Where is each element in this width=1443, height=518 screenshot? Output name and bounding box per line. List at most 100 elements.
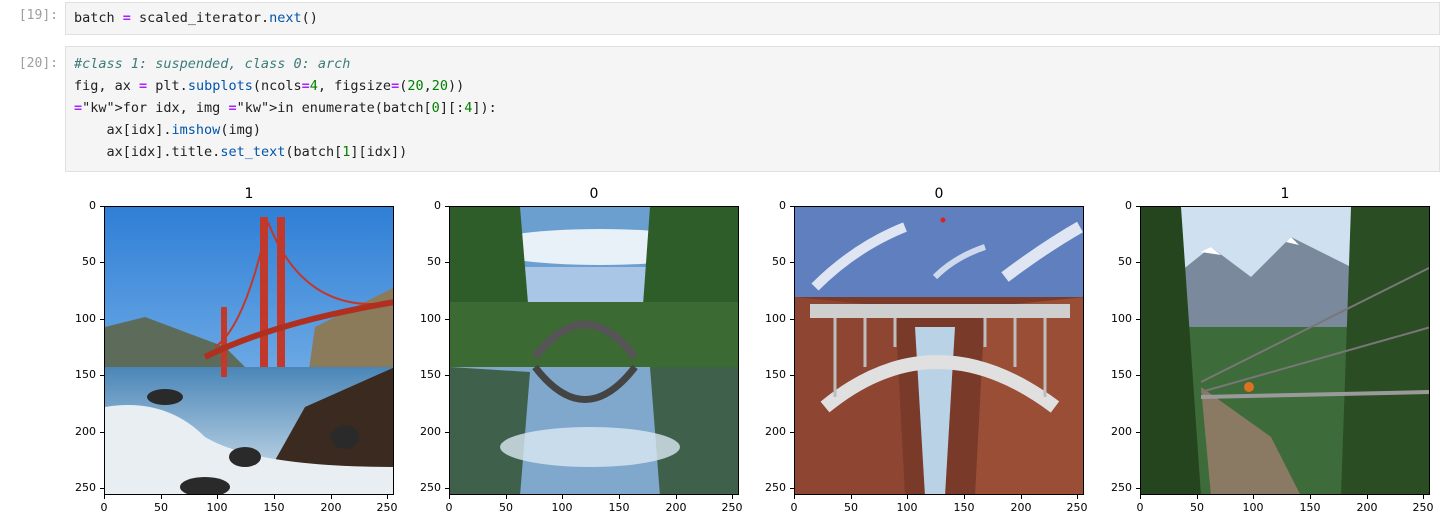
y-tick-label: 150	[765, 368, 786, 381]
code-line: ax[idx].imshow(img)	[74, 122, 261, 138]
x-tick-label: 200	[320, 501, 342, 514]
subplot-title: 1	[1280, 186, 1290, 202]
cell-prompt-20: [20]:	[18, 56, 58, 71]
y-tick	[1136, 432, 1140, 433]
x-tick	[1367, 495, 1368, 499]
x-tick-label: 50	[1190, 501, 1204, 514]
x-tick-label: 250	[721, 501, 743, 514]
y-tick-label: 250	[1111, 481, 1132, 494]
y-tick-label: 0	[779, 199, 786, 212]
y-tick-label: 50	[772, 255, 786, 268]
code-cell-19[interactable]: batch = scaled_iterator.next()	[65, 2, 1440, 35]
x-tick-label: 100	[896, 501, 918, 514]
code-line: batch = scaled_iterator.next()	[74, 10, 318, 26]
subplot-title: 1	[244, 186, 254, 202]
x-tick	[1197, 495, 1198, 499]
x-tick	[387, 495, 388, 499]
code-cell-20[interactable]: #class 1: suspended, class 0: arch fig, …	[65, 46, 1440, 172]
y-tick	[100, 262, 104, 263]
subplot-image-3	[794, 206, 1084, 495]
x-tick	[217, 495, 218, 499]
subplot-image-4	[1140, 206, 1430, 495]
x-tick	[851, 495, 852, 499]
x-tick	[161, 495, 162, 499]
x-tick	[619, 495, 620, 499]
x-tick-label: 200	[1010, 501, 1032, 514]
x-tick	[331, 495, 332, 499]
x-tick-label: 0	[1136, 501, 1144, 514]
y-tick-label: 50	[427, 255, 441, 268]
x-tick-label: 50	[154, 501, 168, 514]
y-tick-label: 50	[82, 255, 96, 268]
y-tick	[100, 488, 104, 489]
cell-prompt-19: [19]:	[18, 8, 58, 23]
arch-lake-image	[450, 207, 738, 494]
suspension-footbridge-image	[1141, 207, 1429, 494]
x-tick	[1423, 495, 1424, 499]
y-tick	[790, 432, 794, 433]
y-tick	[445, 375, 449, 376]
y-tick	[790, 262, 794, 263]
x-tick	[1140, 495, 1141, 499]
y-tick-label: 200	[420, 425, 441, 438]
y-tick-label: 100	[1111, 312, 1132, 325]
y-tick-label: 150	[420, 368, 441, 381]
x-tick	[1077, 495, 1078, 499]
y-tick	[100, 375, 104, 376]
y-tick-label: 0	[89, 199, 96, 212]
y-tick	[445, 262, 449, 263]
x-tick-label: 200	[1356, 501, 1378, 514]
y-tick	[1136, 488, 1140, 489]
subplot-image-2	[449, 206, 739, 495]
x-tick-label: 0	[100, 501, 108, 514]
output-figure: 1 0 0 1 0 0 50 50 100 100 150 150 200 20…	[0, 177, 1443, 518]
y-tick	[790, 375, 794, 376]
x-tick-label: 150	[953, 501, 975, 514]
x-tick-label: 150	[263, 501, 285, 514]
y-tick	[790, 488, 794, 489]
x-tick-label: 150	[608, 501, 630, 514]
x-tick	[732, 495, 733, 499]
y-tick-label: 250	[420, 481, 441, 494]
x-tick-label: 200	[665, 501, 687, 514]
subplot-image-1	[104, 206, 394, 495]
y-tick-label: 250	[765, 481, 786, 494]
x-tick-label: 0	[445, 501, 453, 514]
y-tick-label: 0	[1125, 199, 1132, 212]
y-tick-label: 200	[75, 425, 96, 438]
code-line: ax[idx].title.set_text(batch[1][idx])	[74, 144, 408, 160]
x-tick	[907, 495, 908, 499]
y-tick	[445, 432, 449, 433]
y-tick-label: 100	[765, 312, 786, 325]
x-tick	[274, 495, 275, 499]
y-tick-label: 200	[765, 425, 786, 438]
x-tick-label: 100	[206, 501, 228, 514]
x-tick	[1310, 495, 1311, 499]
y-tick	[100, 319, 104, 320]
y-tick-label: 50	[1118, 255, 1132, 268]
subplot-title: 0	[589, 186, 599, 202]
x-tick-label: 250	[1412, 501, 1434, 514]
y-tick-label: 100	[75, 312, 96, 325]
y-tick-label: 250	[75, 481, 96, 494]
subplot-title: 0	[934, 186, 944, 202]
y-tick-label: 200	[1111, 425, 1132, 438]
canyon-bridge-image	[795, 207, 1083, 494]
x-tick	[449, 495, 450, 499]
x-tick	[964, 495, 965, 499]
x-tick	[1253, 495, 1254, 499]
y-tick	[1136, 206, 1140, 207]
x-tick	[794, 495, 795, 499]
x-tick-label: 100	[551, 501, 573, 514]
y-tick	[1136, 375, 1140, 376]
x-tick-label: 150	[1299, 501, 1321, 514]
y-tick	[445, 488, 449, 489]
x-tick-label: 100	[1242, 501, 1264, 514]
y-tick-label: 100	[420, 312, 441, 325]
x-tick	[506, 495, 507, 499]
golden-gate-image	[105, 207, 393, 494]
y-tick	[445, 206, 449, 207]
y-tick	[445, 319, 449, 320]
code-line: fig, ax = plt.subplots(ncols=4, figsize=…	[74, 78, 465, 94]
x-tick	[104, 495, 105, 499]
